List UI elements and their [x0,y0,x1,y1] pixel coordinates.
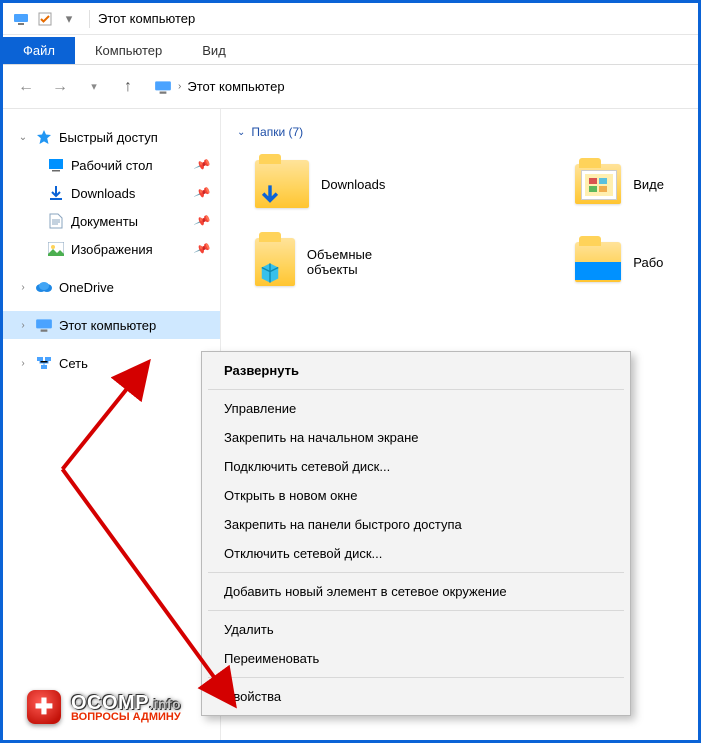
tree-label: Этот компьютер [59,318,156,333]
document-icon [47,212,65,230]
tree-network[interactable]: › Сеть [3,349,220,377]
nav-bar: ← → ▾ ↑ › Этот компьютер [3,65,698,109]
back-button[interactable]: ← [11,72,41,102]
tree-label: Изображения [71,242,153,257]
separator [89,10,90,28]
download-icon [47,184,65,202]
ctx-properties[interactable]: Свойства [202,682,630,711]
folder-item[interactable]: Downloads [255,153,395,215]
pin-icon: 📌 [193,184,212,202]
ctx-disconnect-drive[interactable]: Отключить сетевой диск... [202,539,630,568]
tree-quick-access[interactable]: ⌄ Быстрый доступ [3,123,220,151]
tree-label: Сеть [59,356,88,371]
folder-label: Downloads [321,177,385,192]
folder-icon [575,242,621,282]
folders-section-header[interactable]: ⌄ Папки (7) [229,121,690,143]
video-icon [581,170,617,200]
up-button[interactable]: ↑ [113,72,143,102]
chevron-right-icon[interactable]: › [178,81,181,92]
tree-label: Рабочий стол [71,158,153,173]
chevron-down-icon: ⌄ [237,127,245,138]
pc-icon [154,78,172,96]
ribbon-tabs: Файл Компьютер Вид [3,35,698,65]
tab-computer[interactable]: Компьютер [75,37,182,64]
window-title: Этот компьютер [98,11,195,26]
tree-desktop[interactable]: Рабочий стол 📌 [3,151,220,179]
desktop-icon [47,156,65,174]
desktop-icon [575,262,621,280]
titlebar: ▾ Этот компьютер [3,3,698,35]
ctx-expand[interactable]: Развернуть [202,356,630,385]
ctx-manage[interactable]: Управление [202,394,630,423]
ctx-divider [208,677,624,678]
pin-icon: 📌 [193,212,212,230]
pictures-icon [47,240,65,258]
pc-icon [13,11,29,27]
ctx-map-drive[interactable]: Подключить сетевой диск... [202,452,630,481]
nav-tree: ⌄ Быстрый доступ Рабочий стол 📌 Download… [3,109,221,740]
tree-label: Downloads [71,186,135,201]
tab-view[interactable]: Вид [182,37,246,64]
ctx-divider [208,610,624,611]
folder-item[interactable]: Рабо [575,231,664,293]
expand-icon[interactable]: › [17,282,29,293]
ctx-open-new-window[interactable]: Открыть в новом окне [202,481,630,510]
folder-label: Объемные объекты [307,247,395,277]
tree-label: Быстрый доступ [59,130,158,145]
cube-icon [259,262,281,284]
expand-icon[interactable]: › [17,358,29,369]
tree-documents[interactable]: Документы 📌 [3,207,220,235]
pin-icon: 📌 [193,240,212,258]
folder-label: Виде [633,177,664,192]
ctx-pin-quick[interactable]: Закрепить на панели быстрого доступа [202,510,630,539]
pc-icon [35,316,53,334]
pin-icon: 📌 [193,156,212,174]
tree-pictures[interactable]: Изображения 📌 [3,235,220,263]
folder-icon [255,238,295,286]
tree-label: Документы [71,214,138,229]
tree-label: OneDrive [59,280,114,295]
history-dropdown[interactable]: ▾ [79,72,109,102]
check-icon[interactable] [37,11,53,27]
address-text: Этот компьютер [187,79,284,94]
ctx-pin-start[interactable]: Закрепить на начальном экране [202,423,630,452]
tree-downloads[interactable]: Downloads 📌 [3,179,220,207]
ctx-divider [208,572,624,573]
section-title: Папки (7) [251,125,303,139]
folder-label: Рабо [633,255,663,270]
expand-icon[interactable]: ⌄ [17,132,29,143]
forward-button[interactable]: → [45,72,75,102]
tree-onedrive[interactable]: › OneDrive [3,273,220,301]
ctx-add-network-location[interactable]: Добавить новый элемент в сетевое окружен… [202,577,630,606]
tree-this-pc[interactable]: › Этот компьютер [3,311,220,339]
download-icon [259,184,281,206]
folder-icon [255,160,309,208]
expand-icon[interactable]: › [17,320,29,331]
context-menu: Развернуть Управление Закрепить на начал… [201,351,631,716]
chevron-down-icon[interactable]: ▾ [61,11,77,27]
onedrive-icon [35,278,53,296]
folder-item[interactable]: Объемные объекты [255,231,395,293]
folder-item[interactable]: Виде [575,153,664,215]
ctx-rename[interactable]: Переименовать [202,644,630,673]
tab-file[interactable]: Файл [3,37,75,64]
address-bar[interactable]: › Этот компьютер [147,73,690,101]
folder-icon [575,164,621,204]
ctx-delete[interactable]: Удалить [202,615,630,644]
network-icon [35,354,53,372]
ctx-divider [208,389,624,390]
star-icon [35,128,53,146]
